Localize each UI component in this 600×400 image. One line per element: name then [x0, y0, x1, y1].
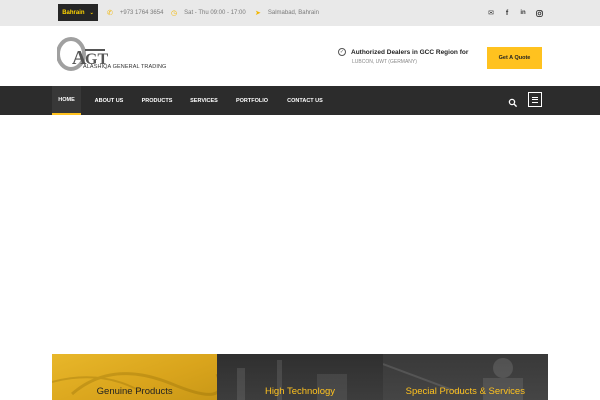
top-bar: Bahrain ⌄ ✆ +973 1764 3654 ◷ Sat - Thu 0…: [0, 0, 600, 26]
location-info: ➤ Salmabad, Bahrain: [255, 0, 319, 26]
get-quote-button[interactable]: Get A Quote: [487, 47, 542, 69]
check-circle-icon: ✓: [338, 48, 346, 56]
envelope-icon[interactable]: ✉: [486, 0, 496, 26]
nav-item-products[interactable]: PRODUCTS: [137, 86, 177, 115]
feature-label: Genuine Products: [96, 386, 173, 397]
facebook-icon[interactable]: f: [502, 0, 512, 26]
search-icon[interactable]: [508, 95, 518, 108]
opening-hours: Sat - Thu 09:00 - 17:00: [184, 10, 246, 16]
country-selector[interactable]: Bahrain ⌄: [58, 4, 98, 21]
authorized-title-text: Authorized Dealers in GCC Region for: [351, 48, 469, 56]
nav-item-contact-us[interactable]: CONTACT US: [281, 86, 329, 115]
feature-label: High Technology: [264, 386, 336, 397]
authorized-brands: LUBCON, UWT (GERMANY): [352, 59, 417, 65]
instagram-icon[interactable]: [534, 0, 544, 26]
phone-info[interactable]: ✆ +973 1764 3654: [107, 0, 163, 26]
country-label: Bahrain: [62, 9, 85, 16]
clock-icon: ◷: [171, 10, 178, 17]
authorized-dealers-title: ✓ Authorized Dealers in GCC Region for: [338, 48, 468, 56]
linkedin-icon[interactable]: in: [518, 0, 528, 26]
nav-item-home[interactable]: HOME: [52, 86, 81, 115]
phone-icon: ✆: [107, 10, 113, 17]
feature-special-products-services[interactable]: Special Products & Services: [382, 354, 548, 400]
logo-text: ALASHIQA GENERAL TRADING: [83, 64, 167, 70]
menu-toggle-icon[interactable]: [528, 92, 542, 107]
nav-item-services[interactable]: SERVICES: [185, 86, 223, 115]
location-text: Salmabad, Bahrain: [267, 10, 319, 16]
features-strip: Genuine Products High Technology Special…: [52, 354, 548, 400]
location-arrow-icon: ➤: [255, 10, 261, 17]
nav-item-about-us[interactable]: ABOUT US: [89, 86, 129, 115]
phone-number: +973 1764 3654: [119, 10, 164, 16]
feature-label: Special Products & Services: [405, 386, 525, 397]
feature-high-technology[interactable]: High Technology: [217, 354, 383, 400]
feature-genuine-products[interactable]: Genuine Products: [52, 354, 218, 400]
hours-info: ◷ Sat - Thu 09:00 - 17:00: [171, 0, 246, 26]
main-navigation: HOME ABOUT US PRODUCTS SERVICES PORTFOLI…: [0, 86, 600, 115]
nav-item-portfolio[interactable]: PORTFOLIO: [231, 86, 273, 115]
chevron-down-icon: ⌄: [89, 9, 94, 16]
hero-area: [0, 115, 600, 354]
